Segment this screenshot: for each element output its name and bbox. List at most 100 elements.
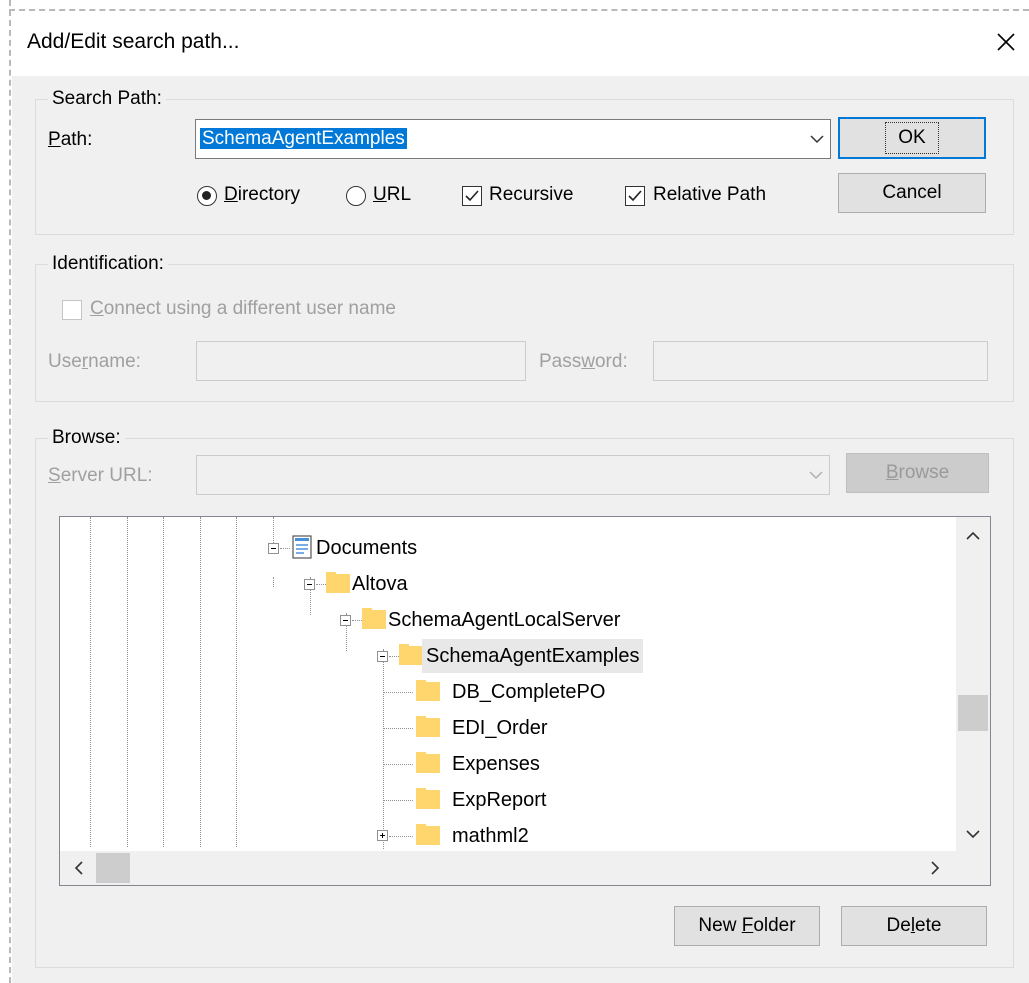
tree-connector xyxy=(383,692,413,693)
tree-connector xyxy=(383,728,413,729)
tree-item-child[interactable]: ExpReport xyxy=(452,783,547,817)
vertical-scroll-thumb[interactable] xyxy=(958,695,988,731)
path-combobox[interactable]: SchemaAgentExamples xyxy=(195,119,831,159)
chevron-down-icon[interactable] xyxy=(809,470,823,480)
url-radio[interactable] xyxy=(346,186,366,206)
tree-item-child[interactable]: DB_CompletePO xyxy=(452,675,605,709)
username-field[interactable] xyxy=(196,341,526,381)
document-icon xyxy=(292,535,312,559)
folder-icon xyxy=(416,752,440,773)
tree-connector xyxy=(383,800,413,801)
checkmark-icon xyxy=(628,190,642,202)
username-label: Username: xyxy=(48,351,141,372)
new-folder-button-label: New Folder xyxy=(698,915,796,936)
directory-label[interactable]: Directory xyxy=(224,184,300,206)
server-url-label: Server URL: xyxy=(48,465,153,486)
title-bar: Add/Edit search path... xyxy=(12,12,1029,76)
tree-guide-line xyxy=(90,517,91,847)
tree-item-label: SchemaAgentLocalServer xyxy=(388,608,621,631)
relative-path-label[interactable]: Relative Path xyxy=(653,184,766,206)
tree-item-label: SchemaAgentExamples xyxy=(426,644,640,667)
tree-item-schema-agent-examples[interactable]: SchemaAgentExamples xyxy=(422,639,644,673)
tree-guide-line xyxy=(163,517,164,847)
tree-item-child[interactable]: mathml2 xyxy=(452,819,529,853)
recursive-checkbox[interactable] xyxy=(462,186,482,206)
folder-tree[interactable]: Documents Altova SchemaAgentLocalServer xyxy=(59,516,991,886)
tree-item-label: ExpReport xyxy=(452,788,547,811)
horizontal-scrollbar[interactable] xyxy=(60,851,956,885)
path-label: Path: xyxy=(48,129,93,150)
cancel-button-label: Cancel xyxy=(882,182,942,203)
close-icon xyxy=(997,33,1015,51)
path-value[interactable]: SchemaAgentExamples xyxy=(200,128,407,149)
search-path-group-label: Search Path: xyxy=(48,88,166,110)
delete-button-label: Delete xyxy=(886,915,942,936)
scroll-up-icon[interactable] xyxy=(966,531,980,541)
expand-toggle[interactable] xyxy=(377,830,388,841)
directory-radio[interactable] xyxy=(197,186,217,206)
folder-icon xyxy=(416,788,440,809)
scroll-down-icon[interactable] xyxy=(966,829,980,839)
checkmark-icon xyxy=(465,190,479,202)
tree-connector xyxy=(316,584,326,585)
tree-guide-line xyxy=(127,517,128,847)
tree-guide-line xyxy=(383,649,384,849)
connect-different-user-checkbox[interactable] xyxy=(62,300,82,320)
tree-item-label: Expenses xyxy=(452,752,540,775)
tree-item-documents[interactable]: Documents xyxy=(316,531,417,565)
password-field[interactable] xyxy=(653,341,988,381)
relative-path-checkbox[interactable] xyxy=(625,186,645,206)
close-button[interactable] xyxy=(986,20,1026,64)
collapse-toggle[interactable] xyxy=(304,579,315,590)
tree-connector xyxy=(352,620,362,621)
collapse-toggle[interactable] xyxy=(340,615,351,626)
tree-item-schema-agent-local-server[interactable]: SchemaAgentLocalServer xyxy=(388,603,620,637)
scroll-right-icon[interactable] xyxy=(930,861,940,875)
tree-item-label: Altova xyxy=(352,572,408,595)
collapse-toggle[interactable] xyxy=(268,543,279,554)
tree-item-label: mathml2 xyxy=(452,824,529,847)
cancel-button[interactable]: Cancel xyxy=(838,173,986,213)
tree-item-altova[interactable]: Altova xyxy=(352,567,408,601)
collapse-toggle[interactable] xyxy=(377,651,388,662)
tree-connector xyxy=(389,656,399,657)
folder-icon xyxy=(399,644,423,665)
tree-connector xyxy=(389,836,413,837)
tree-item-child[interactable]: EDI_Order xyxy=(452,711,548,745)
horizontal-scroll-thumb[interactable] xyxy=(96,853,130,883)
scroll-left-icon[interactable] xyxy=(74,861,84,875)
tree-guide-line xyxy=(273,517,274,543)
folder-icon xyxy=(362,608,386,629)
tree-item-label: Documents xyxy=(316,536,418,559)
browse-button-label: Browse xyxy=(885,462,950,483)
folder-icon xyxy=(416,716,440,737)
tree-item-label: EDI_Order xyxy=(452,716,548,739)
add-edit-search-path-dialog: Add/Edit search path... Search Path: Pat… xyxy=(12,12,1029,983)
tree-guide-line xyxy=(200,517,201,847)
connect-different-user-label[interactable]: Connect using a different user name xyxy=(90,298,396,320)
delete-button[interactable]: Delete xyxy=(841,906,987,946)
url-label[interactable]: URL xyxy=(373,184,411,206)
scrollbar-corner xyxy=(956,851,990,885)
identification-group-label: Identification: xyxy=(48,253,168,275)
password-label: Password: xyxy=(539,351,628,372)
browse-button[interactable]: Browse xyxy=(846,453,989,493)
recursive-label[interactable]: Recursive xyxy=(489,184,573,206)
dialog-title: Add/Edit search path... xyxy=(27,30,240,53)
tree-item-label: DB_CompletePO xyxy=(452,680,606,703)
identification-group: Identification: xyxy=(35,253,1014,402)
tree-guide-line xyxy=(273,577,274,587)
folder-icon xyxy=(326,572,350,593)
tree-connector xyxy=(383,764,413,765)
folder-icon xyxy=(416,824,440,845)
browse-group-label: Browse: xyxy=(48,427,125,449)
ok-button[interactable]: OK xyxy=(838,117,986,159)
server-url-combobox[interactable] xyxy=(196,455,830,495)
tree-connector xyxy=(280,548,290,549)
ok-button-label: OK xyxy=(885,122,939,154)
tree-guide-line xyxy=(236,517,237,847)
new-folder-button[interactable]: New Folder xyxy=(674,906,820,946)
vertical-scrollbar[interactable] xyxy=(956,517,990,851)
tree-item-child[interactable]: Expenses xyxy=(452,747,540,781)
chevron-down-icon[interactable] xyxy=(810,134,824,144)
